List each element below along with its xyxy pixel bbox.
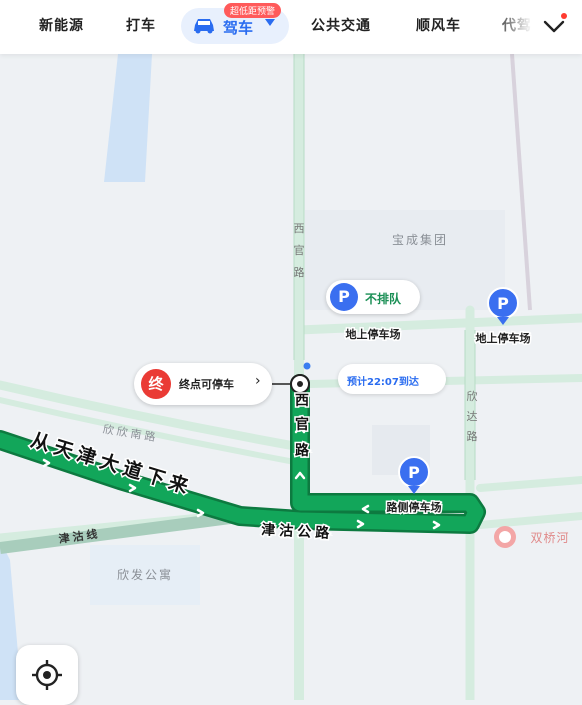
locate-me-button[interactable]: [16, 645, 78, 705]
parking-label-ground-1: 地上停车场: [346, 327, 401, 341]
transport-mode-tabs: 新能源 打车 驾车 超低距预警 公共交通 顺风车 代驾: [0, 0, 582, 54]
chevron-down-icon: [265, 19, 275, 26]
notification-dot: [561, 13, 567, 19]
destination-parking-text: 终点可停车: [179, 378, 234, 391]
parking-p-icon: P: [338, 287, 350, 306]
parking-p-icon: P: [497, 294, 509, 313]
promo-badge: 超低距预警: [224, 3, 282, 18]
parking-label-ground-2: 地上停车场: [476, 331, 531, 345]
xiguan-route-label-1: 西: [295, 393, 309, 409]
car-icon: [194, 19, 214, 34]
xinda-road-label-2: 达: [467, 410, 478, 423]
map-canvas[interactable]: 西 官 路 欣 达 路 宝成集团 欣发公寓 欣欣南路 津沽线 双桥河 从天津大道…: [0, 0, 582, 700]
chevron-right-icon: ›: [255, 373, 261, 389]
shuangqiao-label: 双桥河: [530, 531, 569, 545]
xinda-road-label-3: 路: [467, 430, 478, 443]
tab-public-transit[interactable]: 公共交通: [311, 15, 371, 35]
xinfa-area-label: 欣发公寓: [117, 567, 173, 582]
xiguan-north-label-1: 西: [294, 222, 305, 235]
xiguan-route-label-2: 官: [295, 416, 309, 433]
parking-no-queue-bubble[interactable]: P 不排队: [326, 280, 420, 314]
current-location-dot: [303, 362, 311, 370]
baocheng-area-label: 宝成集团: [392, 232, 448, 247]
xiguan-north-label-3: 路: [294, 266, 305, 279]
tab-new-energy[interactable]: 新能源: [39, 15, 84, 35]
eta-text: 预计22:07到达: [347, 377, 419, 388]
xiguan-north-label-2: 官: [294, 243, 305, 257]
destination-badge: 终: [141, 369, 171, 399]
more-tabs-button[interactable]: [541, 13, 567, 39]
xiguan-route-label-3: 路: [295, 442, 310, 459]
parking-p-icon: P: [408, 463, 420, 482]
eta-bubble: 预计22:07到达: [338, 364, 446, 394]
destination-parking-bubble[interactable]: 终 终点可停车 ›: [134, 363, 272, 405]
crosshair-icon: [32, 660, 62, 690]
xinda-road-label-1: 欣: [467, 389, 478, 403]
parking-label-roadside: 路侧停车场: [387, 500, 442, 514]
chevron-down-icon: [543, 20, 565, 33]
tab-taxi[interactable]: 打车: [126, 15, 156, 35]
no-queue-label: 不排队: [365, 292, 402, 306]
tab-carpool[interactable]: 顺风车: [416, 15, 461, 35]
tab-drive-label: 驾车: [223, 19, 254, 37]
